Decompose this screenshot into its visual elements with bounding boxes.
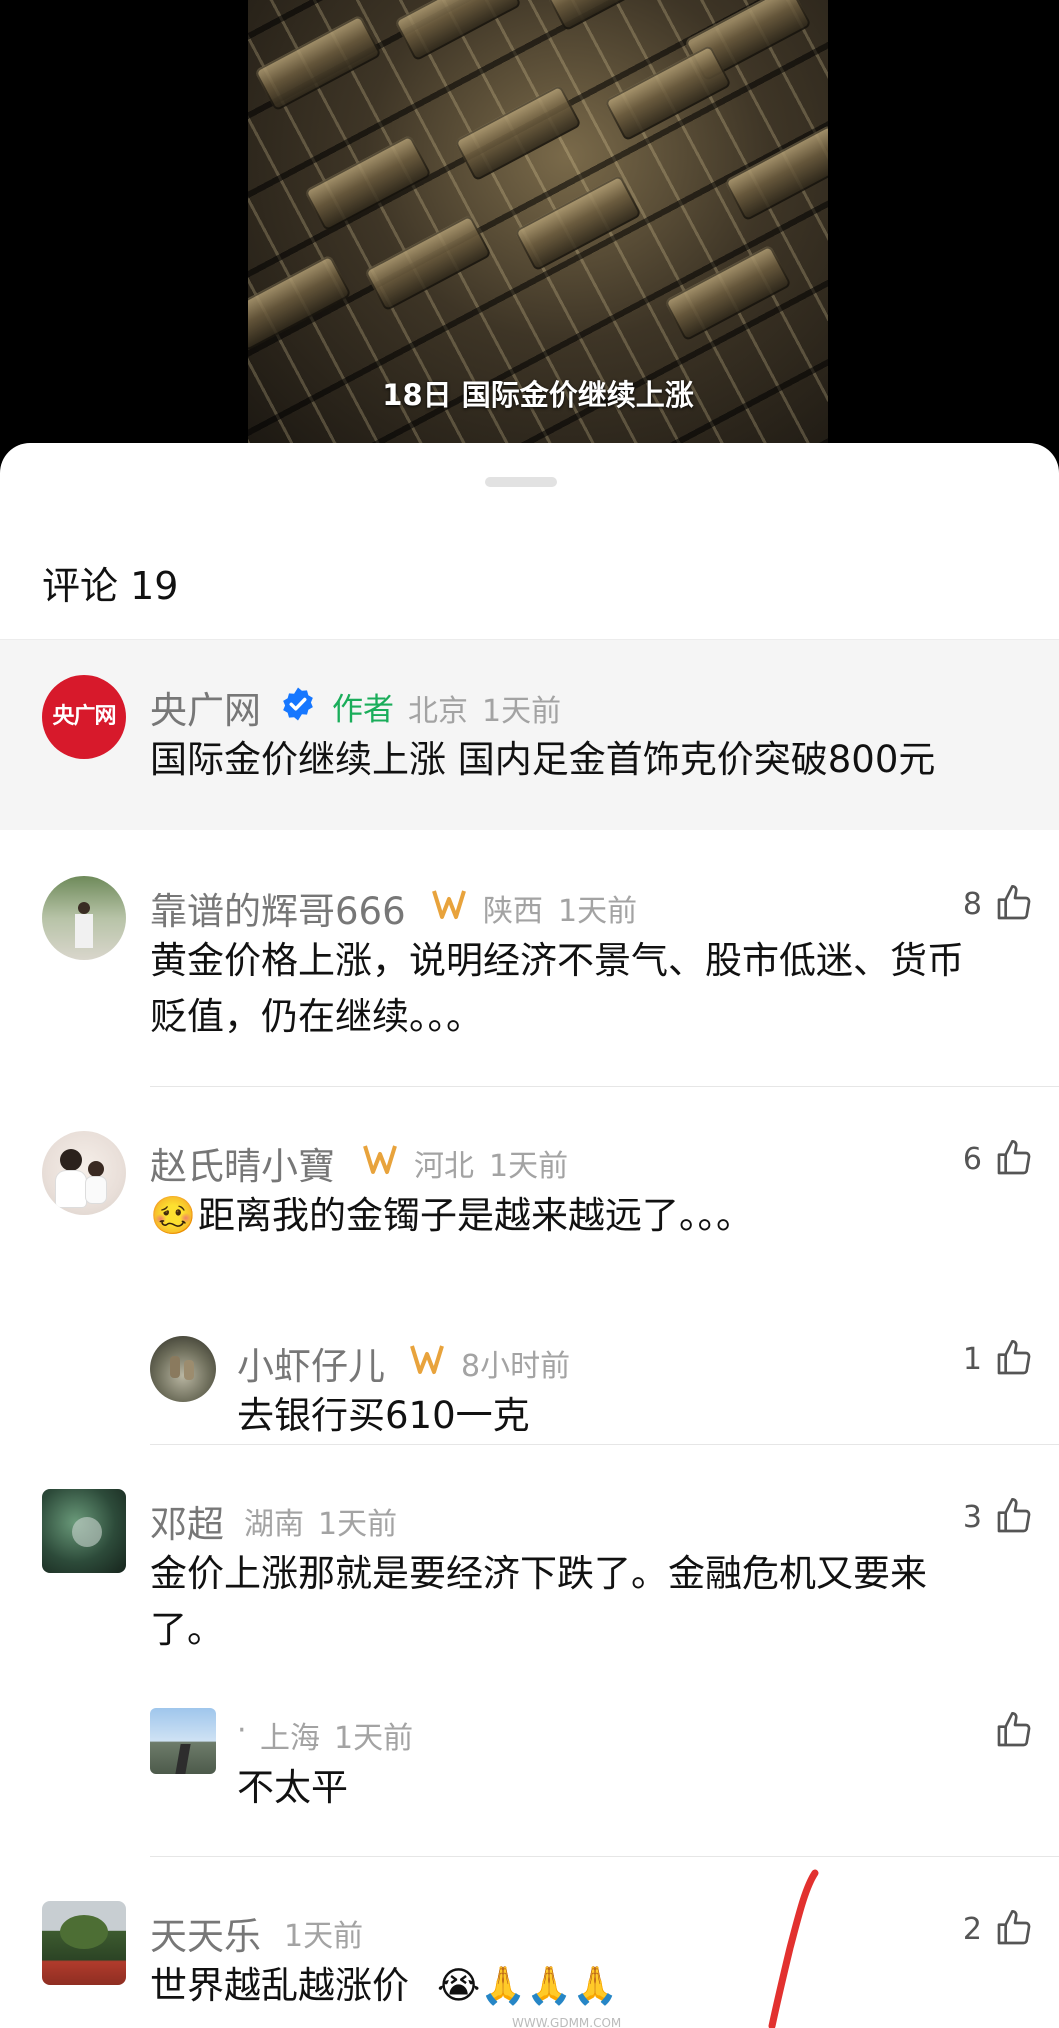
comment-text: 国际金价继续上涨 国内足金首饰克价突破800元 [150,738,936,781]
reply-location: 上海 [260,1721,320,1756]
reply-item[interactable]: 小虾仔儿 8小时前 1 去银行买610一克 [150,1336,1059,1466]
like-count: 1 [962,1342,982,1377]
comment-text-line: 世界越乱越涨价 [150,1964,409,2007]
avatar-logo-text: 央广网 [52,704,116,729]
verified-icon [283,687,313,721]
like-icon[interactable] [994,1710,1034,1750]
like-icon[interactable] [994,1496,1034,1536]
comment-text-line: 黄金价格上涨，说明经济不景气、股市低迷、货币 [150,939,964,982]
like-icon[interactable] [994,1138,1034,1178]
pinned-comment[interactable]: 央广网 央广网 作者 北京 1天前 国际金价继续上涨 国内足金首饰克价突破800… [0,640,1059,830]
drag-handle[interactable] [485,477,557,487]
like-count: 2 [962,1912,982,1947]
comment-location: 陕西 [483,894,543,929]
avatar[interactable] [42,1901,126,1985]
comment-time: 1天前 [489,1149,569,1184]
video-player[interactable]: 18日 国际金价继续上涨 [0,0,1059,460]
like-count: 3 [962,1500,982,1535]
vip-badge-icon [410,1345,444,1374]
comment-author-name[interactable]: 邓超 [150,1494,224,1548]
like-icon[interactable] [994,1338,1034,1378]
avatar[interactable] [42,876,126,960]
comment-location: 河北 [414,1149,474,1184]
comment-author-name[interactable]: 天天乐 [150,1906,261,1960]
reply-time: 1天前 [334,1721,414,1756]
red-annotation-stroke [768,1869,819,2028]
comment-time: 1天前 [482,694,562,729]
comment-time: 1天前 [318,1507,398,1542]
comment-location: 北京 [408,694,468,729]
divider [150,1856,1059,1857]
comment-text-line: 了。 [150,1608,224,1651]
comment-time: 1天前 [284,1919,364,1954]
avatar[interactable] [42,1131,126,1215]
comment-item[interactable]: 靠谱的辉哥666 陕西 1天前 8 黄金价格上涨，说明经济不景气、股市低迷、货币… [0,873,1059,1083]
avatar[interactable]: 央广网 [42,675,126,759]
comment-time: 1天前 [558,894,638,929]
comments-title: 评论 19 [42,564,179,608]
watermark: WWW.GDMM.COM [512,2016,622,2028]
comment-item[interactable]: 天天乐 1天前 2 世界越乱越涨价 😭🙏🙏🙏 WWW.GDMM.COM [0,1898,1059,2028]
avatar[interactable] [150,1336,216,1402]
comment-text-line: 贬值，仍在继续。。。 [150,995,483,1038]
reply-time: 8小时前 [461,1349,571,1384]
comment-author-name[interactable]: 靠谱的辉哥666 [150,881,406,935]
comment-item[interactable]: 邓超 湖南 1天前 3 金价上涨那就是要经济下跌了。金融危机又要来 了。 · 上… [0,1486,1059,1856]
vip-badge-icon [363,1145,397,1174]
like-icon[interactable] [994,1908,1034,1948]
comment-author-name[interactable]: 央广网 [150,680,261,734]
avatar[interactable] [42,1489,126,1573]
reply-author-name[interactable]: 小虾仔儿 [237,1336,385,1390]
avatar[interactable] [150,1708,216,1774]
comment-emoji: 🥴 [150,1194,197,1237]
divider [150,1086,1059,1087]
like-icon[interactable] [994,883,1034,923]
divider [150,1444,1059,1445]
comment-text-line: 距离我的金镯子是越来越远了。。。 [198,1194,753,1237]
reply-author-dot: · [237,1713,247,1748]
reply-text: 去银行买610一克 [237,1394,530,1437]
comment-author-name[interactable]: 赵氏晴小寶 [150,1136,335,1190]
author-badge: 作者 [332,692,394,728]
reply-text: 不太平 [237,1766,348,1809]
vip-badge-icon [432,890,466,919]
comment-location: 湖南 [244,1507,304,1542]
comments-sheet: 评论 19 央广网 央广网 作者 北京 1天前 国际金价继续上涨 国内足金首饰克… [0,443,1059,2028]
like-count: 8 [962,887,982,922]
like-count: 6 [962,1142,982,1177]
comment-text-line: 金价上涨那就是要经济下跌了。金融危机又要来 [150,1552,927,1595]
comment-item[interactable]: 赵氏晴小寶 河北 1天前 6 🥴 距离我的金镯子是越来越远了。。。 小虾仔儿 8… [0,1128,1059,1518]
reply-item[interactable]: · 上海 1天前 不太平 [150,1708,1059,1838]
comment-emojis: 😭🙏🙏🙏 [437,1964,619,2007]
video-caption: 18日 国际金价继续上涨 [382,378,694,412]
